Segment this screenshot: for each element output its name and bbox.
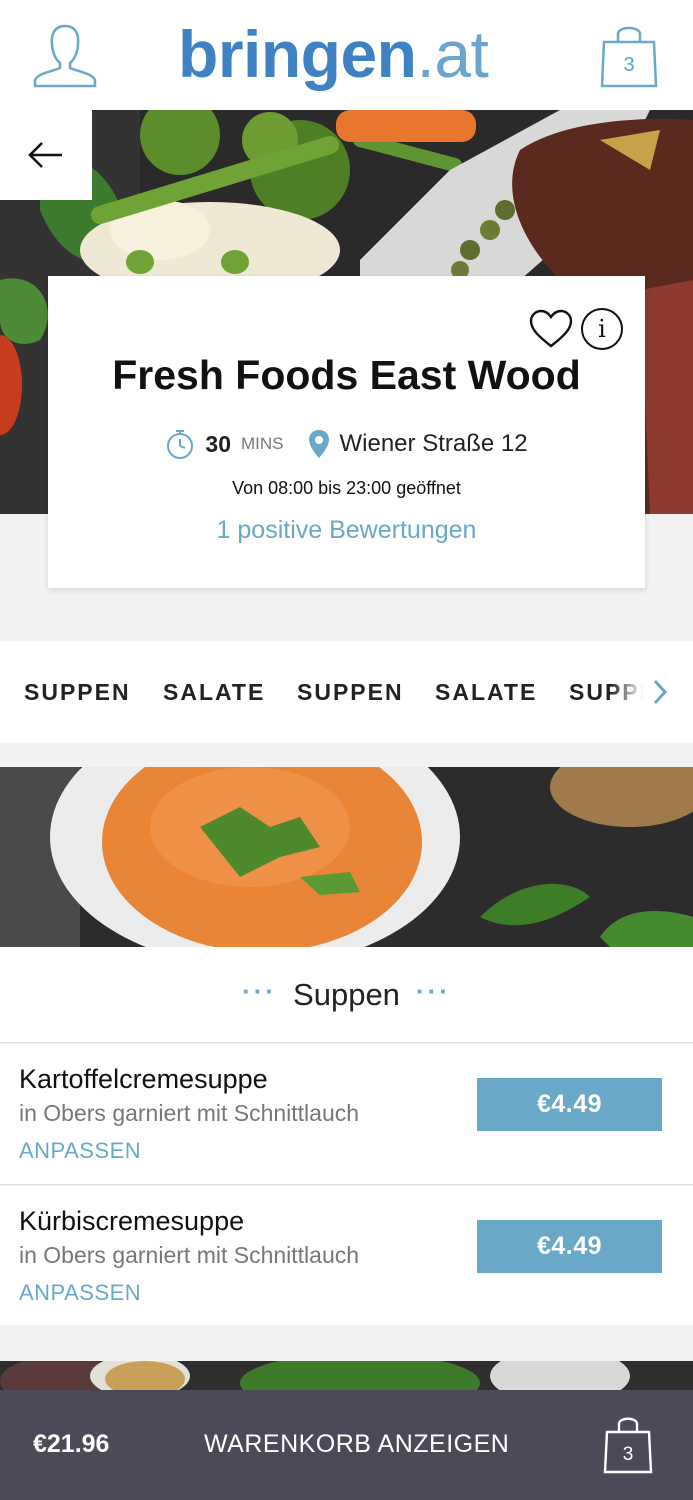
back-button[interactable] — [0, 110, 92, 200]
header-cart-count: 3 — [623, 54, 635, 76]
category-tabs: SUPPEN SALATE SUPPEN SALATE SUPPEN — [0, 641, 693, 743]
add-to-cart-price-button[interactable]: €4.49 — [477, 1078, 662, 1131]
section-dots-left: ··· — [242, 976, 278, 1006]
section-header: ··· Suppen ··· — [0, 947, 693, 1043]
location-pin-icon — [308, 430, 329, 458]
favorite-heart-icon[interactable] — [528, 308, 574, 350]
section-dots-right: ··· — [415, 976, 451, 1006]
header-cart-button[interactable]: 3 — [598, 20, 660, 90]
customize-link[interactable]: ANPASSEN — [19, 1138, 141, 1164]
restaurant-name: Fresh Foods East Wood — [112, 352, 581, 398]
section-title: Suppen — [293, 976, 400, 1012]
chevron-right-icon[interactable] — [650, 677, 670, 707]
menu-item: Kartoffelcremesuppe in Obers garniert mi… — [0, 1044, 693, 1185]
stopwatch-icon — [167, 430, 194, 459]
delivery-time-unit: MINS — [241, 434, 284, 453]
menu-item-description: in Obers garniert mit Schnittlauch — [19, 1100, 360, 1126]
info-icon[interactable]: i — [581, 308, 623, 350]
customize-link[interactable]: ANPASSEN — [19, 1280, 141, 1306]
opening-hours: Von 08:00 bis 23:00 geöffnet — [232, 478, 461, 498]
delivery-meta: 30 MINS Wiener Straße 12 — [48, 428, 645, 460]
restaurant-info-card: i Fresh Foods East Wood 30 MINS Wiener S… — [48, 276, 645, 588]
cart-total: €21.96 — [33, 1430, 110, 1458]
bottom-cart-button[interactable]: 3 — [602, 1412, 654, 1476]
delivery-time-value: 30 — [205, 430, 231, 457]
menu-item-name: Kürbiscremesuppe — [19, 1206, 245, 1236]
menu-item: Kürbiscremesuppe in Obers garniert mit S… — [0, 1186, 693, 1325]
user-profile-icon[interactable] — [30, 22, 100, 90]
add-to-cart-price-button[interactable]: €4.49 — [477, 1220, 662, 1273]
category-tab-suppen[interactable]: SUPPEN — [24, 679, 131, 706]
reviews-link[interactable]: 1 positive Bewertungen — [48, 516, 645, 545]
cart-summary-bar[interactable]: €21.96 WARENKORB ANZEIGEN 3 — [0, 1390, 693, 1500]
soup-category-image — [0, 767, 693, 947]
restaurant-address: Wiener Straße 12 — [339, 430, 528, 457]
category-tab-salate[interactable]: SALATE — [163, 679, 265, 706]
menu-item-name: Kartoffelcremesuppe — [19, 1064, 268, 1094]
category-tab-salate[interactable]: SALATE — [435, 679, 537, 706]
brand-logo[interactable]: bringen.at — [178, 14, 489, 94]
category-tab-suppen[interactable]: SUPPEN — [297, 679, 404, 706]
view-cart-button[interactable]: WARENKORB ANZEIGEN — [204, 1430, 509, 1459]
arrow-left-icon — [28, 142, 62, 168]
app-header: bringen.at 3 — [0, 0, 693, 110]
menu-item-description: in Obers garniert mit Schnittlauch — [19, 1242, 360, 1268]
bottom-cart-count: 3 — [622, 1444, 634, 1465]
